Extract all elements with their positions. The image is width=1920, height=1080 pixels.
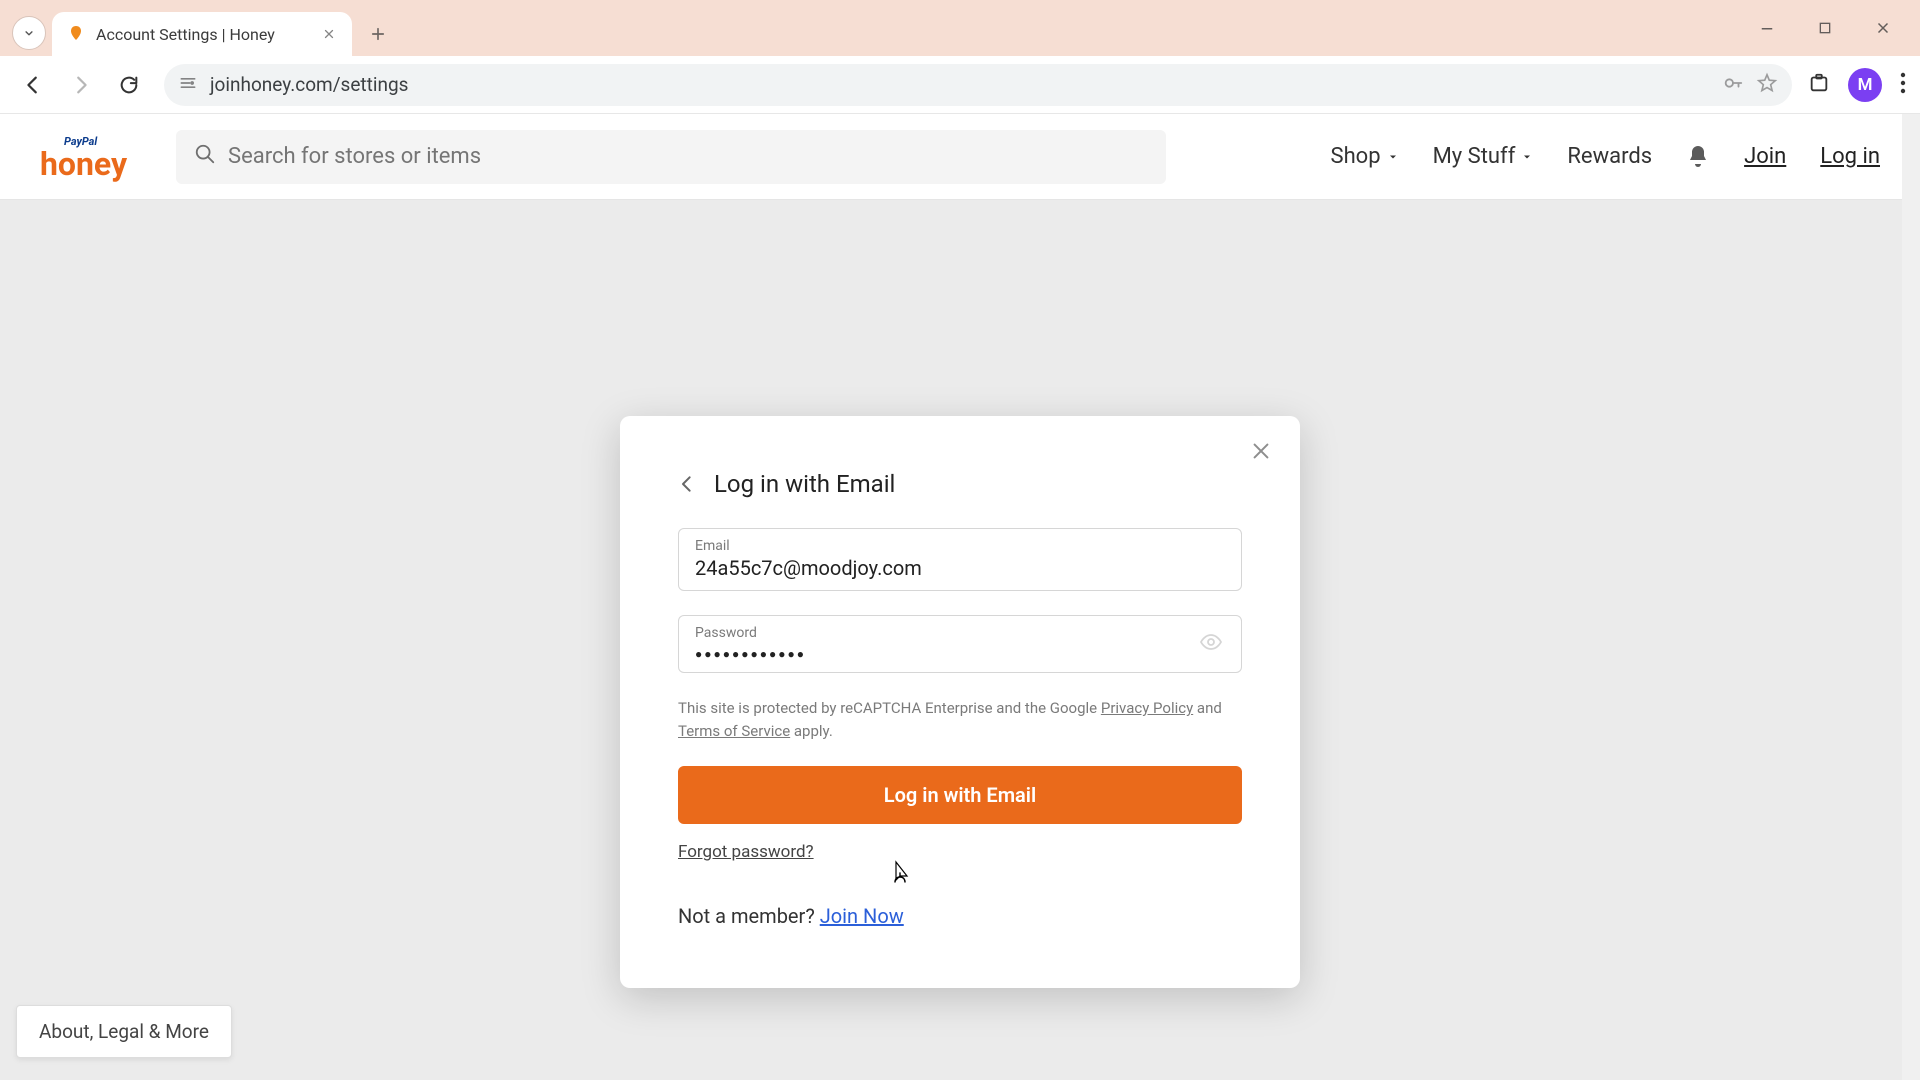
privacy-policy-link[interactable]: Privacy Policy [1101, 699, 1193, 717]
forgot-password-link[interactable]: Forgot password? [678, 842, 814, 862]
address-bar[interactable]: joinhoney.com/settings [164, 64, 1792, 106]
window-close-icon[interactable] [1870, 15, 1896, 41]
login-modal: Log in with Email Email Password ●●●●●●●… [620, 416, 1300, 988]
nav-back-button[interactable] [14, 66, 52, 104]
extensions-icon[interactable] [1808, 72, 1830, 98]
password-key-icon[interactable] [1722, 72, 1744, 98]
window-minimize-icon[interactable] [1754, 15, 1780, 41]
tab-favicon-icon [66, 24, 86, 44]
about-legal-widget[interactable]: About, Legal & More [16, 1005, 232, 1058]
logo-honey-text: honey [40, 145, 128, 183]
new-tab-button[interactable] [360, 16, 396, 52]
nav-mystuff[interactable]: My Stuff [1433, 144, 1534, 169]
show-password-icon[interactable] [1199, 630, 1223, 658]
nav-rewards[interactable]: Rewards [1567, 144, 1652, 169]
email-field-wrapper[interactable]: Email [678, 528, 1242, 591]
site-search-input[interactable] [228, 144, 1148, 169]
nav-shop[interactable]: Shop [1331, 144, 1399, 169]
site-settings-icon[interactable] [178, 73, 198, 97]
browser-menu-icon[interactable] [1900, 72, 1906, 98]
nav-forward-button [62, 66, 100, 104]
not-member-text: Not a member? Join Now [678, 904, 1242, 928]
password-field-wrapper[interactable]: Password ●●●●●●●●●●●● [678, 615, 1242, 673]
page-viewport: PayPal honey Shop My Stuff Rewards Join … [0, 114, 1920, 1080]
notifications-bell-icon[interactable] [1686, 144, 1710, 170]
browser-toolbar: joinhoney.com/settings M [0, 56, 1920, 114]
window-maximize-icon[interactable] [1812, 15, 1838, 41]
modal-back-icon[interactable] [678, 474, 698, 494]
tab-search-button[interactable] [12, 16, 46, 50]
email-input[interactable] [695, 556, 1225, 580]
search-icon [194, 143, 216, 171]
tab-title: Account Settings | Honey [96, 25, 310, 44]
honey-logo[interactable]: PayPal honey [40, 131, 150, 183]
browser-tab[interactable]: Account Settings | Honey [52, 12, 352, 56]
terms-of-service-link[interactable]: Terms of Service [678, 722, 790, 740]
login-submit-button[interactable]: Log in with Email [678, 766, 1242, 824]
site-header: PayPal honey Shop My Stuff Rewards Join … [0, 114, 1920, 200]
nav-join-link[interactable]: Join [1744, 144, 1786, 169]
tab-close-icon[interactable] [320, 25, 338, 43]
nav-reload-button[interactable] [110, 66, 148, 104]
password-label: Password [695, 625, 1225, 641]
chevron-down-icon [1387, 151, 1399, 163]
password-input[interactable]: ●●●●●●●●●●●● [695, 647, 806, 661]
browser-tab-strip: Account Settings | Honey [0, 0, 1920, 56]
nav-login-link[interactable]: Log in [1820, 144, 1880, 169]
chevron-down-icon [1521, 151, 1533, 163]
bookmark-star-icon[interactable] [1756, 72, 1778, 98]
modal-close-icon[interactable] [1250, 440, 1272, 466]
recaptcha-notice: This site is protected by reCAPTCHA Ente… [678, 697, 1242, 744]
profile-avatar[interactable]: M [1848, 68, 1882, 102]
site-search[interactable] [176, 130, 1166, 184]
vertical-scrollbar[interactable] [1902, 114, 1920, 1080]
email-label: Email [695, 538, 1225, 554]
modal-title: Log in with Email [714, 470, 895, 498]
join-now-link[interactable]: Join Now [820, 904, 904, 928]
address-bar-url: joinhoney.com/settings [210, 73, 1710, 96]
